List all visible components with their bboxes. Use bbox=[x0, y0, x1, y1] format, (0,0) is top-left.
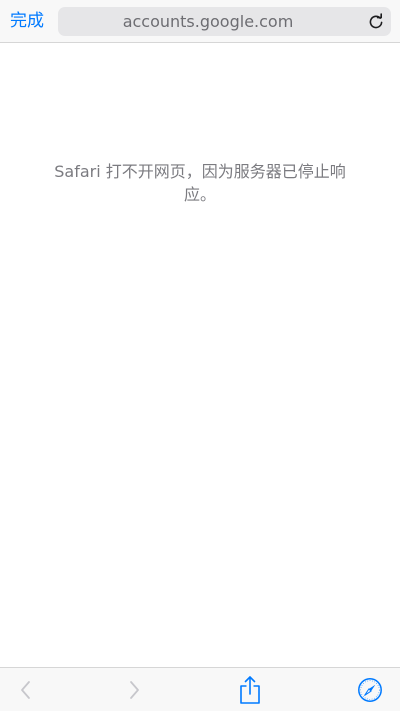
chevron-left-icon bbox=[21, 680, 30, 699]
chevron-right-icon bbox=[130, 680, 139, 699]
web-content-area: Safari 打不开网页，因为服务器已停止响应。 bbox=[0, 43, 400, 667]
address-bar[interactable]: accounts.google.com bbox=[58, 7, 391, 36]
share-icon bbox=[240, 675, 260, 704]
error-message: Safari 打不开网页，因为服务器已停止响应。 bbox=[54, 162, 346, 204]
reload-icon[interactable] bbox=[367, 13, 385, 31]
top-navigation-bar: 完成 accounts.google.com bbox=[0, 0, 400, 43]
safari-button[interactable] bbox=[348, 668, 392, 711]
done-button[interactable]: 完成 bbox=[10, 9, 44, 33]
forward-button[interactable] bbox=[112, 668, 156, 711]
back-button[interactable] bbox=[4, 668, 48, 711]
url-text: accounts.google.com bbox=[122, 12, 294, 31]
bottom-toolbar bbox=[0, 667, 400, 711]
compass-icon bbox=[358, 677, 382, 702]
share-button[interactable] bbox=[228, 668, 272, 711]
